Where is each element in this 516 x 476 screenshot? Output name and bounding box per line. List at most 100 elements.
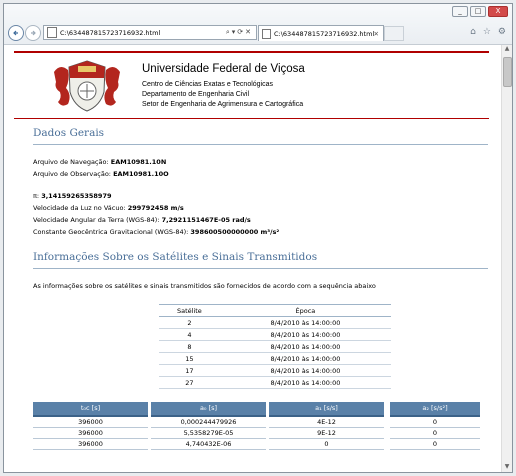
home-icon[interactable]: ⌂: [470, 27, 476, 37]
satellites-intro: As informações sobre os satélites e sina…: [33, 282, 376, 290]
coef-column-a0: a₀ [s] 0,000244479926 5,5358279E-05 4,74…: [151, 402, 266, 450]
address-tools-icon[interactable]: ⌕▾⟳✕: [226, 28, 253, 37]
section-title-dados-gerais: Dados Gerais: [33, 127, 105, 139]
back-arrow-icon: [13, 30, 18, 36]
scroll-down-icon[interactable]: ▼: [502, 463, 512, 472]
browser-chrome: _ □ X C:\63448781572371693​2.html ⌕▾⟳✕ C…: [4, 4, 512, 45]
table-header-row: Satélite Época: [159, 304, 391, 317]
col-header-satelite: Satélite: [159, 304, 220, 317]
header-line-department: Departamento de Engenharia Civil: [142, 91, 250, 98]
university-name: Universidade Federal de Viçosa: [142, 63, 305, 75]
angular-velocity-value: 7,2921151467E-05 rad/s: [161, 216, 251, 224]
col-header-toc: t₀c [s]: [33, 402, 148, 417]
col-header-a0: a₀ [s]: [151, 402, 266, 417]
satellite-cell: 27: [159, 376, 220, 389]
pi-row: π: 3,14159265358979: [33, 192, 112, 200]
address-bar[interactable]: C:\63448781572371693​2.html ⌕▾⟳✕: [43, 25, 257, 40]
gm-row: Constante Geocêntrica Gravitacional (WGS…: [33, 228, 279, 236]
table-row: 15 8/4/2010 às 14:00:00: [159, 352, 391, 365]
forward-button[interactable]: [25, 25, 41, 41]
epoch-cell: 8/4/2010 às 14:00:00: [219, 340, 391, 353]
satellite-cell: 4: [159, 328, 220, 341]
header-line-sector: Setor de Engenharia de Agrimensura e Car…: [142, 101, 304, 108]
university-logo: [54, 60, 120, 112]
a1-cell: 4E-12: [269, 417, 384, 428]
satellite-cell: 8: [159, 340, 220, 353]
maximize-button[interactable]: □: [470, 6, 486, 17]
forward-arrow-icon: [31, 30, 36, 36]
a2-cell: 0: [390, 428, 480, 439]
epoch-cell: 8/4/2010 às 14:00:00: [219, 352, 391, 365]
section-rule: [33, 268, 488, 269]
header-top-rule: [14, 51, 489, 53]
tab-page-icon: [262, 28, 271, 39]
table-row: 8 8/4/2010 às 14:00:00: [159, 340, 391, 353]
a0-cell: 0,000244479926: [151, 417, 266, 428]
epoch-cell: 8/4/2010 às 14:00:00: [219, 376, 391, 389]
back-button[interactable]: [8, 25, 24, 41]
light-speed-row: Velocidade da Luz no Vácuo: 299792458 m/…: [33, 204, 184, 212]
obs-file-row: Arquivo de Observação: EAM10981.10O: [33, 170, 169, 178]
coef-column-a2: a₂ [s/s²] 0 0 0: [390, 402, 480, 450]
light-speed-label: Velocidade da Luz no Vácuo:: [33, 204, 126, 212]
angular-velocity-row: Velocidade Angular da Terra (WGS-84): 7,…: [33, 216, 251, 224]
epoch-cell: 8/4/2010 às 14:00:00: [219, 328, 391, 341]
table-row: 17 8/4/2010 às 14:00:00: [159, 364, 391, 377]
a1-cell: 0: [269, 439, 384, 450]
a0-cell: 5,5358279E-05: [151, 428, 266, 439]
page-icon: [47, 27, 57, 38]
satellite-cell: 15: [159, 352, 220, 365]
a2-cell: 0: [390, 439, 480, 450]
scrollbar-thumb[interactable]: [503, 57, 512, 87]
satellite-cell: 2: [159, 316, 220, 329]
pi-value: 3,14159265358979: [41, 192, 112, 200]
satellite-table: Satélite Época 2 8/4/2010 às 14:00:00 4 8/…: [159, 304, 391, 389]
toc-cell: 396000: [33, 428, 148, 439]
col-header-epoca: Época: [219, 304, 391, 317]
col-header-a2: a₂ [s/s²]: [390, 402, 480, 417]
table-row: 2 8/4/2010 às 14:00:00: [159, 316, 391, 329]
header-bottom-rule: [14, 118, 489, 119]
angular-velocity-label: Velocidade Angular da Terra (WGS-84):: [33, 216, 160, 224]
satellite-cell: 17: [159, 364, 220, 377]
light-speed-value: 299792458 m/s: [127, 204, 184, 212]
gear-icon[interactable]: ⚙: [498, 27, 506, 37]
nav-file-row: Arquivo de Navegação: EAM10981.10N: [33, 158, 166, 166]
obs-file-label: Arquivo de Observação:: [33, 170, 111, 178]
favorites-star-icon[interactable]: ☆: [483, 27, 491, 37]
page-content: Universidade Federal de Viçosa Centro de…: [4, 45, 502, 472]
col-header-a1: a₁ [s/s]: [269, 402, 384, 417]
browser-tools: ⌂ ☆ ⚙: [470, 27, 506, 37]
a1-cell: 9E-12: [269, 428, 384, 439]
nav-file-label: Arquivo de Navegação:: [33, 158, 109, 166]
new-tab-button[interactable]: [384, 26, 404, 41]
minimize-button[interactable]: _: [452, 6, 468, 17]
window-controls: _ □ X: [452, 6, 508, 17]
header-line-center: Centro de Ciências Exatas e Tecnológicas: [142, 81, 274, 88]
section-rule: [33, 144, 488, 145]
close-button[interactable]: X: [488, 6, 508, 17]
coef-column-toc: t₀c [s] 396000 396000 396000: [33, 402, 148, 450]
gm-value: 398600500000000 m³/s²: [190, 228, 280, 236]
toc-cell: 396000: [33, 417, 148, 428]
epoch-cell: 8/4/2010 às 14:00:00: [219, 364, 391, 377]
tab-active[interactable]: C:\634487815723716932.html ✕: [258, 25, 384, 41]
table-row: 27 8/4/2010 às 14:00:00: [159, 376, 391, 389]
a0-cell: 4,740432E-06: [151, 439, 266, 450]
section-title-satelites: Informações Sobre os Satélites e Sinais …: [33, 251, 318, 263]
obs-file-value: EAM10981.10O: [113, 170, 169, 178]
toc-cell: 396000: [33, 439, 148, 450]
table-row: 4 8/4/2010 às 14:00:00: [159, 328, 391, 341]
tab-title: C:\634487815723716932.html: [274, 29, 374, 38]
address-url[interactable]: C:\63448781572371693​2.html: [60, 29, 226, 37]
epoch-cell: 8/4/2010 às 14:00:00: [219, 316, 391, 329]
coef-column-a1: a₁ [s/s] 4E-12 9E-12 0: [269, 402, 384, 450]
vertical-scrollbar[interactable]: ▲ ▼: [501, 45, 512, 472]
nav-file-value: EAM10981.10N: [110, 158, 167, 166]
pi-label: π:: [33, 192, 40, 200]
tab-close-icon[interactable]: ✕: [374, 30, 379, 38]
gm-label: Constante Geocêntrica Gravitacional (WGS…: [33, 228, 189, 236]
a2-cell: 0: [390, 417, 480, 428]
scroll-up-icon[interactable]: ▲: [502, 45, 512, 55]
browser-window: _ □ X C:\63448781572371693​2.html ⌕▾⟳✕ C…: [3, 3, 513, 473]
